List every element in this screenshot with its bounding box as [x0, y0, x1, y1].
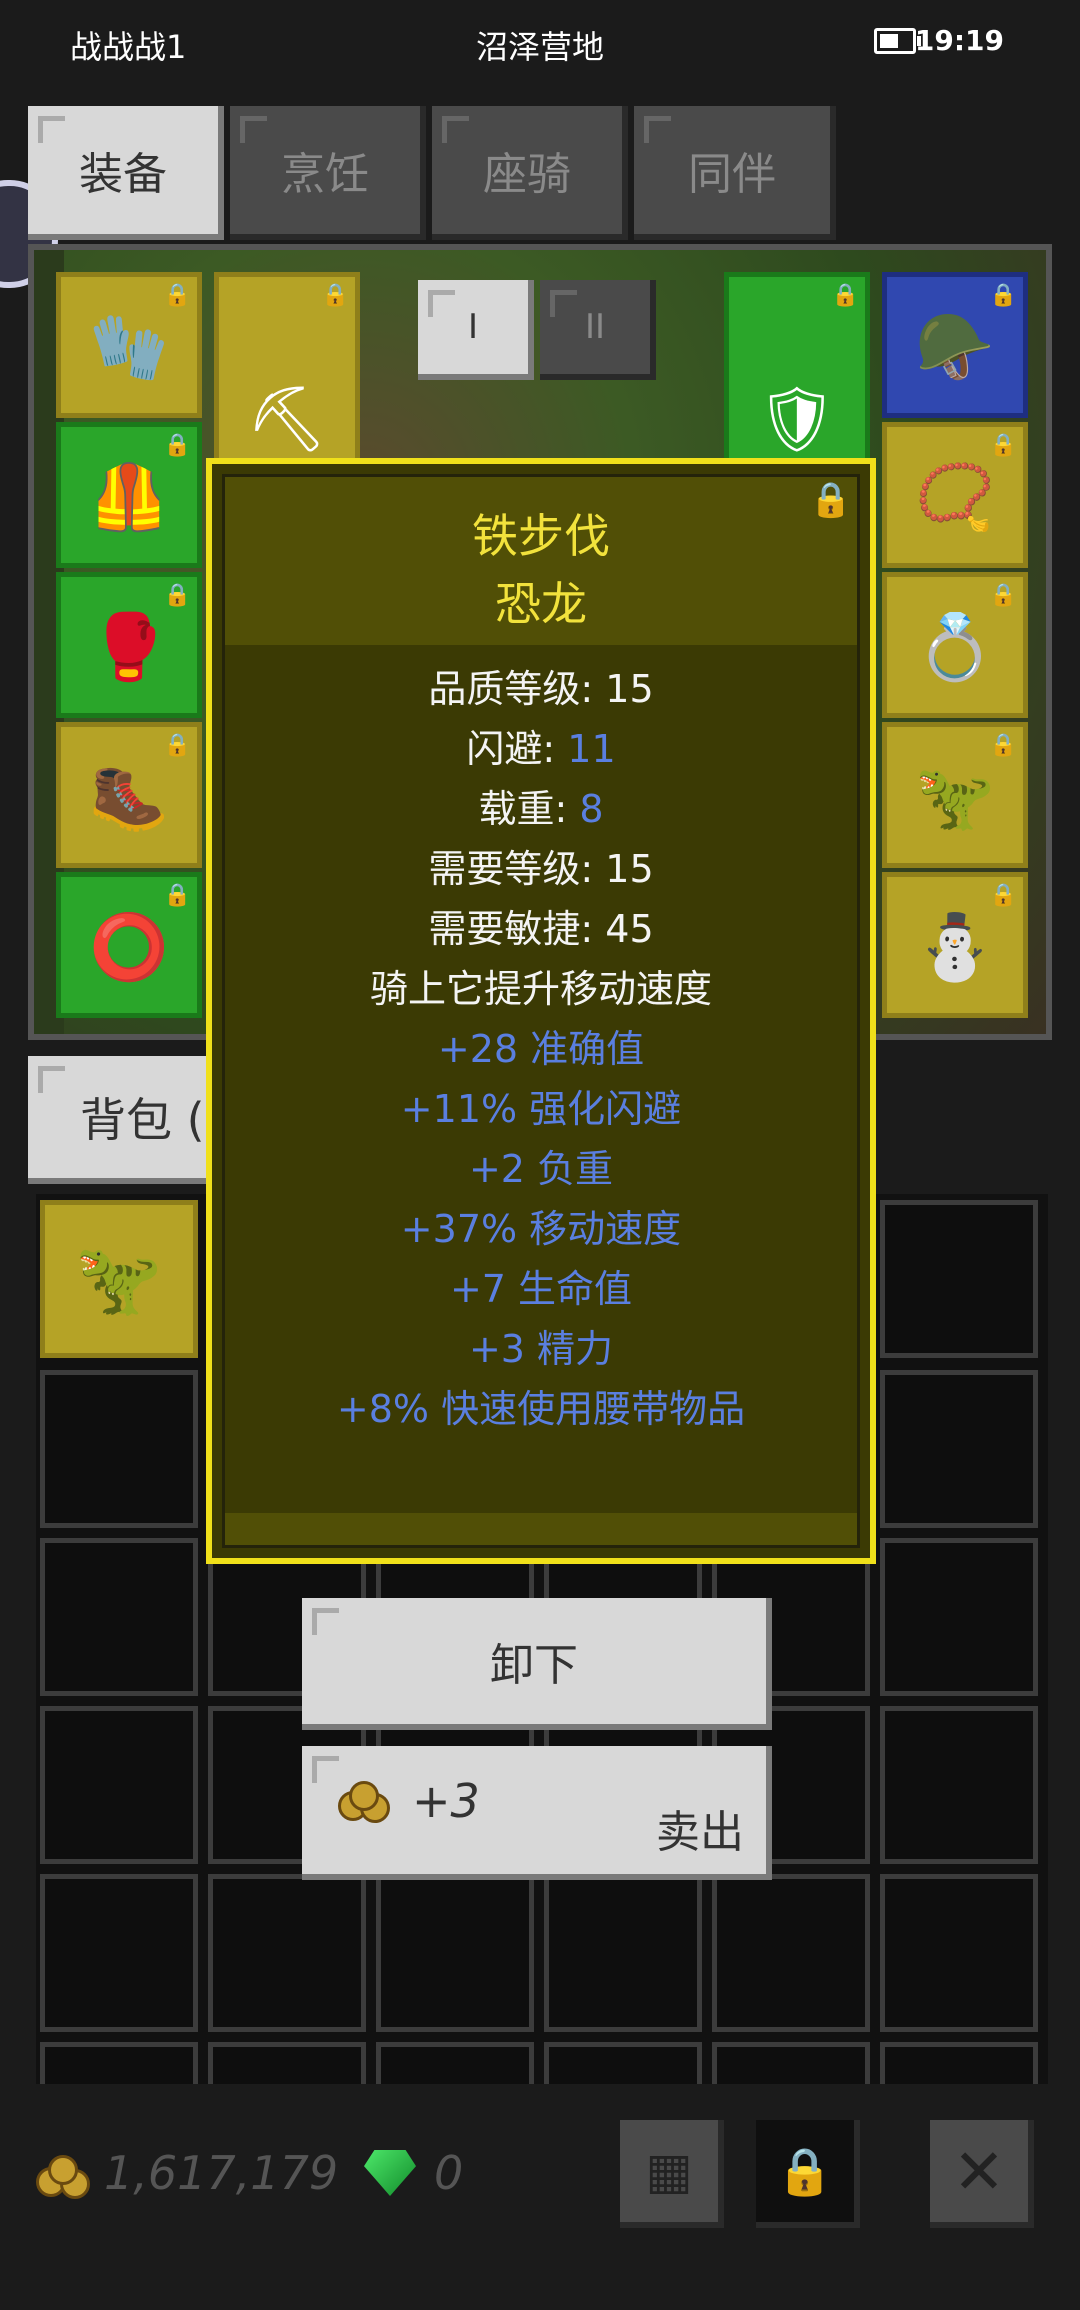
- horned-helmet-icon: 🪖: [915, 310, 995, 385]
- tab-bag[interactable]: 背包 (: [28, 1056, 228, 1184]
- tab-companion-label: 同伴: [688, 149, 776, 200]
- clock: 19:19: [914, 24, 1004, 57]
- dinosaur-mount-icon: 🦖: [75, 1237, 163, 1320]
- armor-icon: 🦺: [89, 460, 169, 535]
- unequip-label: 卸下: [490, 1640, 578, 1691]
- stat-line: 载重: 8: [478, 787, 604, 831]
- bag-slot[interactable]: [544, 1874, 702, 2032]
- lock-icon: 🔒: [776, 2143, 834, 2198]
- gloves-icon: 🧤: [89, 310, 169, 385]
- loadout-one-button[interactable]: I: [418, 280, 534, 380]
- gold-value: 1,617,179: [104, 2146, 339, 2200]
- bag-slot[interactable]: [40, 1706, 198, 1864]
- bag-slot[interactable]: [880, 1538, 1038, 1696]
- sell-button[interactable]: +3 卖出: [302, 1746, 772, 1880]
- bag-slot[interactable]: [40, 1370, 198, 1528]
- item-type: 恐龙: [495, 577, 587, 631]
- gem-counter: 0: [364, 2146, 463, 2200]
- amulet-icon: 📿: [915, 460, 995, 535]
- ring-icon: 💍: [915, 610, 995, 685]
- bag-slot[interactable]: [544, 2042, 702, 2084]
- slot-mount[interactable]: 🔒 🦖: [882, 722, 1028, 868]
- tooltip-footer: [225, 1513, 857, 1545]
- bag-slot[interactable]: [376, 2042, 534, 2084]
- item-description: 骑上它提升移动速度: [369, 967, 712, 1011]
- bag-slot[interactable]: [208, 2042, 366, 2084]
- gem-icon: [364, 2150, 416, 2196]
- stat-line: 品质等级: 15: [428, 667, 654, 711]
- gem-value: 0: [434, 2146, 464, 2200]
- bag-slot[interactable]: [376, 1874, 534, 2032]
- bonus-line: +2 负重: [468, 1147, 614, 1191]
- bonus-line: +37% 移动速度: [400, 1207, 682, 1251]
- lock-mode-button[interactable]: 🔒: [756, 2120, 860, 2228]
- bag-slot[interactable]: [712, 2042, 870, 2084]
- bag-slot[interactable]: [40, 1874, 198, 2032]
- tab-cooking[interactable]: 烹饪: [230, 106, 426, 240]
- slot-gloves[interactable]: 🔒 🧤: [56, 272, 202, 418]
- sell-price: +3: [338, 1774, 480, 1828]
- boots-icon: 🥾: [89, 760, 169, 835]
- bag-slot[interactable]: [40, 2042, 198, 2084]
- slot-amulet[interactable]: 🔒 📿: [882, 422, 1028, 568]
- sell-label: 卖出: [656, 1807, 744, 1858]
- stat-line: 需要等级: 15: [428, 847, 654, 891]
- tab-equipment[interactable]: 装备: [28, 106, 224, 240]
- slot-helmet[interactable]: 🔒 🪖: [882, 272, 1028, 418]
- bracer-icon: 🥊: [89, 610, 169, 685]
- slot-ring[interactable]: 🔒 💍: [882, 572, 1028, 718]
- bottom-bar: [0, 2100, 1080, 2310]
- bag-slot[interactable]: [40, 1538, 198, 1696]
- bag-slot[interactable]: [880, 1200, 1038, 1358]
- tab-equipment-label: 装备: [79, 149, 167, 200]
- status-bar: 战战战1 沼泽营地 19:19: [0, 0, 1080, 84]
- slot-boots[interactable]: 🔒 🥾: [56, 722, 202, 868]
- stat-line: 闪避: 11: [466, 727, 616, 771]
- tab-bag-label: 背包 (: [80, 1093, 205, 1147]
- close-icon: ✕: [953, 2134, 1005, 2208]
- tab-mount-label: 座骑: [483, 149, 571, 200]
- slot-armor[interactable]: 🔒 🦺: [56, 422, 202, 568]
- battery-icon: [874, 28, 921, 54]
- stat-line: 需要敏捷: 45: [428, 907, 654, 951]
- grid-icon: ▦: [645, 2142, 693, 2200]
- loadout-one-label: I: [467, 307, 479, 347]
- gold-coins-icon: [36, 2153, 90, 2199]
- bonus-line: +11% 强化闪避: [400, 1087, 682, 1131]
- bonus-line: +7 生命值: [449, 1267, 633, 1311]
- tab-companion[interactable]: 同伴: [634, 106, 836, 240]
- bonus-line: +8% 快速使用腰带物品: [336, 1387, 746, 1431]
- gold-coins-icon: [338, 1781, 392, 1823]
- bag-slot[interactable]: [712, 1874, 870, 2032]
- unequip-button[interactable]: 卸下: [302, 1598, 772, 1730]
- slot-bracer[interactable]: 🔒 🥊: [56, 572, 202, 718]
- loadout-two-label: II: [584, 307, 606, 347]
- snowman-pet-icon: ⛄: [915, 910, 995, 985]
- gold-counter: 1,617,179: [36, 2146, 338, 2200]
- item-tooltip: 🔒 铁步伐 恐龙 品质等级: 15 闪避: 11 载重: 8 需要等级: 15 …: [206, 458, 876, 1564]
- bag-slot[interactable]: [880, 1370, 1038, 1528]
- sort-grid-button[interactable]: ▦: [620, 2120, 724, 2228]
- loadout-two-button[interactable]: II: [540, 280, 656, 380]
- tab-mount[interactable]: 座骑: [432, 106, 628, 240]
- bonus-line: +28 准确值: [437, 1027, 645, 1071]
- sell-price-value: +3: [412, 1774, 480, 1828]
- bag-slot[interactable]: [208, 1874, 366, 2032]
- belt-icon: ⭕: [89, 910, 169, 985]
- bag-slot[interactable]: [880, 1874, 1038, 2032]
- bag-slot[interactable]: [880, 2042, 1038, 2084]
- item-name: 铁步伐: [472, 509, 610, 563]
- slot-belt[interactable]: 🔒 ⭕: [56, 872, 202, 1018]
- bag-slot[interactable]: 🦖: [40, 1200, 198, 1358]
- slot-pet[interactable]: 🔒 ⛄: [882, 872, 1028, 1018]
- dinosaur-mount-icon: 🦖: [915, 760, 995, 835]
- bag-slot[interactable]: [880, 1706, 1038, 1864]
- bonus-line: +3 精力: [468, 1327, 614, 1371]
- tab-cooking-label: 烹饪: [281, 149, 369, 200]
- close-button[interactable]: ✕: [930, 2120, 1034, 2228]
